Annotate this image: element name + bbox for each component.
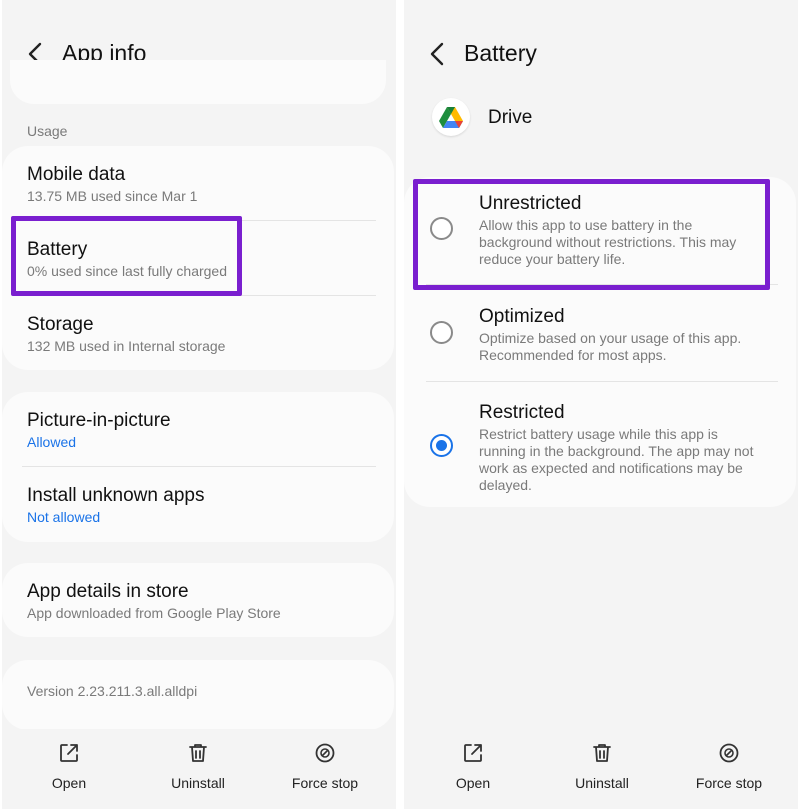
- trash-icon: [593, 744, 611, 762]
- bottom-action-bar: Open Uninstall Force stop: [2, 729, 396, 809]
- screen-divider: [397, 0, 403, 809]
- option-optimized[interactable]: Optimized Optimize based on your usage o…: [404, 285, 796, 381]
- option-restricted[interactable]: Restricted Restrict battery usage while …: [404, 382, 796, 507]
- optimized-radio[interactable]: [430, 321, 453, 344]
- back-arrow-icon[interactable]: [422, 38, 454, 70]
- permissions-card: Picture-in-picture Allowed Install unkno…: [2, 392, 394, 542]
- force-stop-button[interactable]: Force stop: [674, 741, 784, 791]
- store-card: App details in store App downloaded from…: [2, 563, 394, 637]
- store-row[interactable]: App details in store App downloaded from…: [2, 563, 394, 637]
- battery-header: Battery: [404, 22, 798, 86]
- usage-section-label: Usage: [27, 123, 68, 139]
- google-drive-icon: [439, 107, 463, 128]
- trash-icon: [189, 744, 207, 762]
- mobile-data-row[interactable]: Mobile data 13.75 MB used since Mar 1: [2, 146, 394, 220]
- app-info-screen: App info Usage Mobile data 13.75 MB used…: [2, 0, 396, 809]
- uninstall-button[interactable]: Uninstall: [143, 741, 253, 791]
- block-icon: [719, 743, 739, 763]
- storage-row[interactable]: Storage 132 MB used in Internal storage: [2, 296, 394, 370]
- page-title: Battery: [464, 40, 537, 66]
- force-stop-button[interactable]: Force stop: [270, 741, 380, 791]
- version-text: Version 2.23.211.3.all.alldpi: [27, 683, 198, 699]
- battery-screen: Battery Drive Unrestricted Allow this ap…: [404, 0, 798, 809]
- top-card-partial: [10, 60, 386, 104]
- uninstall-button[interactable]: Uninstall: [547, 741, 657, 791]
- version-card: Version 2.23.211.3.all.alldpi: [2, 660, 394, 730]
- open-icon: [60, 744, 78, 762]
- block-icon: [315, 743, 335, 763]
- open-button[interactable]: Open: [418, 741, 528, 791]
- battery-highlight-box: [11, 216, 242, 296]
- unknown-apps-row[interactable]: Install unknown apps Not allowed: [2, 467, 394, 541]
- unrestricted-highlight-box: [413, 179, 770, 290]
- app-name: Drive: [488, 107, 533, 128]
- open-icon: [464, 744, 482, 762]
- drive-app-icon: [432, 98, 470, 136]
- restricted-radio[interactable]: [430, 434, 453, 457]
- pip-row[interactable]: Picture-in-picture Allowed: [2, 392, 394, 466]
- bottom-action-bar: Open Uninstall Force stop: [404, 729, 798, 809]
- open-button[interactable]: Open: [14, 741, 124, 791]
